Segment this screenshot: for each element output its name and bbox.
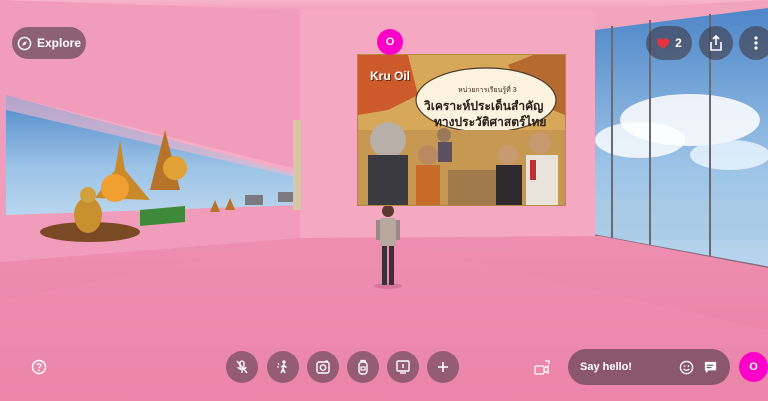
more-vertical-icon: [754, 36, 758, 50]
backpack-button[interactable]: [347, 351, 379, 383]
compass-icon: [17, 36, 32, 51]
like-button[interactable]: 2: [646, 26, 692, 60]
user-avatar-initial: O: [749, 361, 758, 373]
camera-button[interactable]: [307, 351, 339, 383]
camera-icon: [315, 359, 331, 375]
help-icon: [31, 359, 47, 375]
more-options-button[interactable]: [739, 26, 768, 60]
share-button[interactable]: [699, 26, 733, 60]
share-icon: [709, 35, 723, 51]
emote-button[interactable]: [267, 351, 299, 383]
backpack-icon: [355, 359, 371, 375]
chat-icon[interactable]: [703, 360, 718, 375]
emote-icon: [275, 359, 291, 375]
chat-input[interactable]: Say hello!: [580, 361, 679, 373]
add-button[interactable]: [427, 351, 459, 383]
host-avatar-initial: O: [385, 36, 395, 48]
explore-button[interactable]: Explore: [12, 27, 86, 59]
heart-icon: [656, 37, 670, 50]
camera-switch-icon: [533, 359, 551, 377]
history-poster[interactable]: Kru Oil หน่วยการเรียนรู้ที่ 3 วิเคราะห์ป…: [357, 54, 566, 206]
screen-share-button[interactable]: [387, 351, 419, 383]
camera-switch-button[interactable]: [533, 359, 551, 377]
mic-off-icon: [234, 359, 250, 375]
poster-unit-label: หน่วยการเรียนรู้ที่ 3: [458, 87, 517, 94]
poster-title-line2: ทางประวัติศาสตร์ไทย: [434, 115, 547, 129]
emoji-icon[interactable]: [679, 360, 694, 375]
mic-toggle-button[interactable]: [226, 351, 258, 383]
user-avatar[interactable]: O: [739, 352, 768, 382]
likes-count: 2: [675, 36, 682, 50]
explore-label: Explore: [36, 36, 81, 50]
plus-icon: [436, 360, 450, 374]
help-button[interactable]: [31, 359, 47, 375]
host-avatar[interactable]: O: [377, 29, 403, 55]
chat-bar[interactable]: Say hello!: [568, 349, 730, 385]
screen-share-icon: [395, 359, 411, 375]
poster-brand: Kru Oil: [370, 69, 411, 83]
